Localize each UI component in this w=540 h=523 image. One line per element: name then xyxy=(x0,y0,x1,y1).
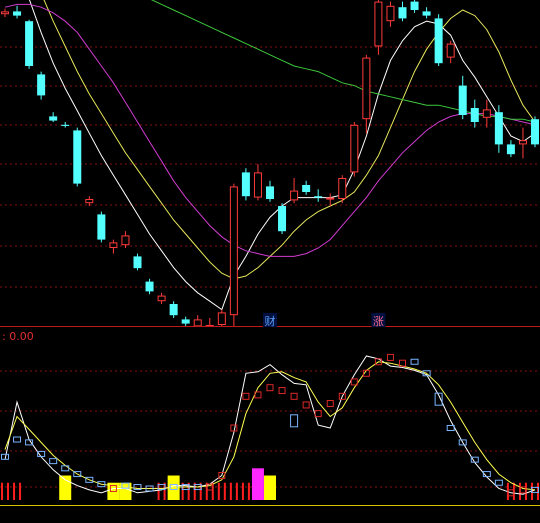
indicator-readout: : 0.00 xyxy=(2,330,34,343)
candle-body-up xyxy=(109,242,118,248)
candle-body-down xyxy=(37,74,46,96)
candle-body-up xyxy=(290,190,299,201)
stock-chart: 财涨 : 0.00 xyxy=(0,0,540,506)
candle-body-down xyxy=(314,196,323,198)
candle-body-down xyxy=(458,85,467,115)
indicator-point-blue xyxy=(13,436,22,443)
signal-markers: 财涨 xyxy=(263,313,386,328)
indicator-lines xyxy=(1,353,539,497)
marker-label: 财 xyxy=(265,314,276,328)
candle-body-down xyxy=(241,172,250,197)
candle-body-up xyxy=(121,235,130,246)
indicator-point-blue xyxy=(446,425,455,431)
indicator-bar xyxy=(247,482,250,500)
candle-body-down xyxy=(181,319,190,324)
candle-body-up xyxy=(326,197,335,200)
indicator-line-0 xyxy=(4,355,536,495)
price-series-line-2 xyxy=(4,3,536,257)
candle-body-down xyxy=(133,256,142,269)
candle-body-down xyxy=(494,112,503,145)
indicator-point-blue xyxy=(494,479,503,486)
candle-body-down xyxy=(470,108,479,122)
candle-body-up xyxy=(338,178,347,199)
indicator-point-blue xyxy=(290,414,299,428)
candle-body-down xyxy=(422,11,431,16)
candle-body-down xyxy=(266,186,274,199)
indicator-bar xyxy=(119,482,132,500)
candle-body-down xyxy=(25,21,34,66)
candle-body-down xyxy=(302,185,311,192)
indicator-point-red xyxy=(278,387,286,395)
indicator-bar xyxy=(13,482,16,500)
candle-body-up xyxy=(217,312,226,325)
candle-body-down xyxy=(145,281,154,292)
candle-body-down xyxy=(531,119,539,145)
indicator-bar xyxy=(251,468,264,500)
candle-body-up xyxy=(350,124,359,173)
marker-label: 涨 xyxy=(373,315,384,328)
candle-body-down xyxy=(278,206,287,232)
indicator-point-red xyxy=(290,392,298,400)
indicator-bars xyxy=(1,468,539,500)
candle-body-down xyxy=(398,7,407,19)
price-series-line-0 xyxy=(28,0,536,311)
price-moving-averages xyxy=(4,0,536,311)
candle-body-down xyxy=(506,144,515,155)
indicator-point-red xyxy=(302,401,310,409)
candle-body-up xyxy=(157,295,166,302)
candle-body-up xyxy=(386,5,395,22)
candle-body-up xyxy=(374,1,383,47)
candle-body-up xyxy=(482,109,491,118)
candle-body-up xyxy=(518,140,527,145)
candle-body-up xyxy=(253,172,262,198)
indicator-point-red xyxy=(386,353,394,361)
candle-body-down xyxy=(434,18,443,64)
indicator-bar xyxy=(235,482,238,500)
chart-root: 财涨 : 0.00 xyxy=(0,0,540,519)
candle-body-up xyxy=(1,11,9,15)
indicator-bar xyxy=(1,482,3,500)
indicator-line-1 xyxy=(4,361,536,491)
indicator-bar xyxy=(7,482,9,500)
candle-body-down xyxy=(73,130,82,184)
candle-body-down xyxy=(97,214,106,240)
candle-body-down xyxy=(61,124,70,126)
indicator-point-blue xyxy=(410,358,419,365)
price-series-line-3 xyxy=(150,0,536,123)
candle-body-down xyxy=(13,11,22,16)
candle-body-up xyxy=(229,186,238,316)
candle-body-down xyxy=(49,116,58,121)
indicator-bar xyxy=(229,482,232,500)
candle-body-up xyxy=(85,199,94,204)
indicator-point-red xyxy=(266,384,274,392)
indicator-point-red xyxy=(326,400,334,408)
candle-body-down xyxy=(169,304,178,316)
candle-body-down xyxy=(410,1,419,10)
indicator-bar xyxy=(264,475,276,500)
indicator-point-blue xyxy=(49,458,58,465)
indicator-bar xyxy=(19,482,22,500)
indicator-bar xyxy=(241,482,244,500)
indicator-bar xyxy=(223,482,226,500)
indicator-bar xyxy=(217,482,220,500)
candle-body-up xyxy=(193,319,202,326)
indicator-point-red xyxy=(242,392,250,400)
candle-body-up xyxy=(446,43,455,58)
candle-body-up xyxy=(362,57,371,120)
